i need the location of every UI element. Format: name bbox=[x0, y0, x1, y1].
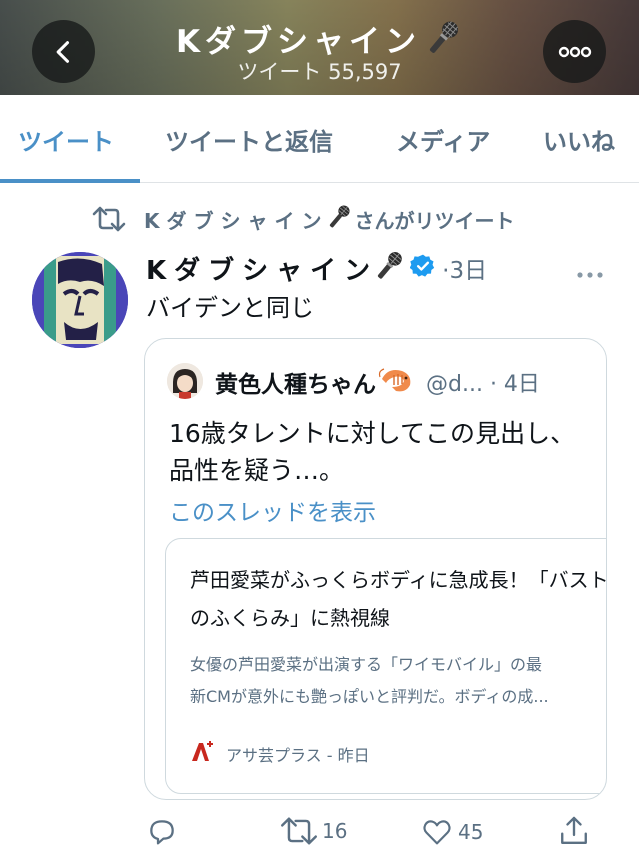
retweet-button[interactable]: 16 bbox=[280, 816, 347, 846]
tab-tweets-and-replies[interactable]: ツイートと返信 bbox=[165, 122, 333, 157]
tweet-author-name[interactable]: Kダブシャイン bbox=[146, 250, 378, 287]
more-button[interactable] bbox=[543, 20, 606, 83]
tweet-more-icon[interactable] bbox=[576, 264, 604, 283]
tweet-text: バイデンと同じ bbox=[146, 294, 314, 322]
share-icon bbox=[561, 816, 587, 844]
quoted-author-name: 黄色人種ちゃん bbox=[215, 372, 376, 398]
asagei-plus-logo-icon bbox=[190, 741, 214, 767]
link-preview-source-text: アサ芸プラス - 昨日 bbox=[226, 746, 370, 765]
quoted-author-row: 黄色人種ちゃん @d... · 4日 bbox=[215, 365, 540, 399]
show-thread-link[interactable]: このスレッドを表示 bbox=[169, 493, 376, 527]
shrimp-icon bbox=[378, 365, 416, 399]
tweet-action-bar: 16 45 bbox=[0, 812, 639, 852]
tweet-timestamp[interactable]: ·3日 bbox=[442, 251, 487, 285]
like-count: 45 bbox=[458, 820, 484, 844]
heart-icon bbox=[423, 820, 451, 845]
retweet-context-name: Kダブシャイン bbox=[144, 208, 329, 233]
more-horizontal-icon bbox=[558, 46, 591, 57]
quoted-tweet-card[interactable]: 黄色人種ちゃん @d... · 4日 16歳タレントに対してこの見出し、品性を疑… bbox=[144, 338, 607, 800]
profile-header-banner: Kダブシャイン ツイート 55,597 bbox=[0, 0, 639, 95]
tweet-count: ツイート 55,597 bbox=[237, 60, 402, 84]
profile-name: Kダブシャイン bbox=[175, 24, 422, 60]
tab-media[interactable]: メディア bbox=[396, 122, 490, 157]
tab-likes[interactable]: いいね bbox=[543, 122, 615, 157]
quoted-author-avatar bbox=[167, 363, 203, 399]
link-preview-description-line: 新CMが意外にも艶っぽいと評判だ。ボディの成... bbox=[190, 687, 549, 706]
retweet-icon bbox=[92, 206, 126, 232]
quoted-author-handle: @d... · 4日 bbox=[426, 372, 540, 397]
retweet-count: 16 bbox=[322, 819, 348, 843]
link-preview-description: 女優の芦田愛菜が出演する「ワイモバイル」の最 新CMが意外にも艶っぽいと評判だ。… bbox=[190, 649, 606, 713]
link-preview-description-line: 女優の芦田愛菜が出演する「ワイモバイル」の最 bbox=[190, 655, 543, 674]
retweet-context-suffix: さんがリツイート bbox=[354, 208, 515, 233]
link-preview-card[interactable]: 芦田愛菜がふっくらボディに急成長！「バストのふくらみ」に熱視線 女優の芦田愛菜が… bbox=[165, 538, 607, 794]
link-preview-source: アサ芸プラス - 昨日 bbox=[190, 741, 370, 767]
author-avatar[interactable] bbox=[32, 252, 128, 348]
microphone-icon bbox=[325, 203, 353, 236]
tab-tweets[interactable]: ツイート bbox=[18, 122, 114, 157]
link-preview-title: 芦田愛菜がふっくらボディに急成長！「バストのふくらみ」に熱視線 bbox=[190, 568, 607, 630]
quoted-tweet-text: 16歳タレントに対してこの見出し、品性を疑う…。 bbox=[169, 419, 576, 485]
like-button[interactable]: 45 bbox=[420, 816, 483, 848]
microphone-icon bbox=[372, 249, 406, 287]
retweet-context[interactable]: Kダブシャイン さんがリツイート bbox=[92, 204, 515, 234]
profile-tabs: ツイート ツイートと返信 メディア いいね bbox=[0, 95, 639, 183]
reply-button[interactable] bbox=[146, 816, 182, 848]
tweet-author-row: Kダブシャイン ·3日 bbox=[146, 250, 487, 286]
retweet-icon bbox=[281, 817, 317, 845]
reply-icon bbox=[150, 820, 174, 845]
verified-badge-icon bbox=[409, 253, 436, 283]
share-button[interactable] bbox=[558, 814, 590, 848]
active-tab-indicator bbox=[0, 179, 140, 183]
